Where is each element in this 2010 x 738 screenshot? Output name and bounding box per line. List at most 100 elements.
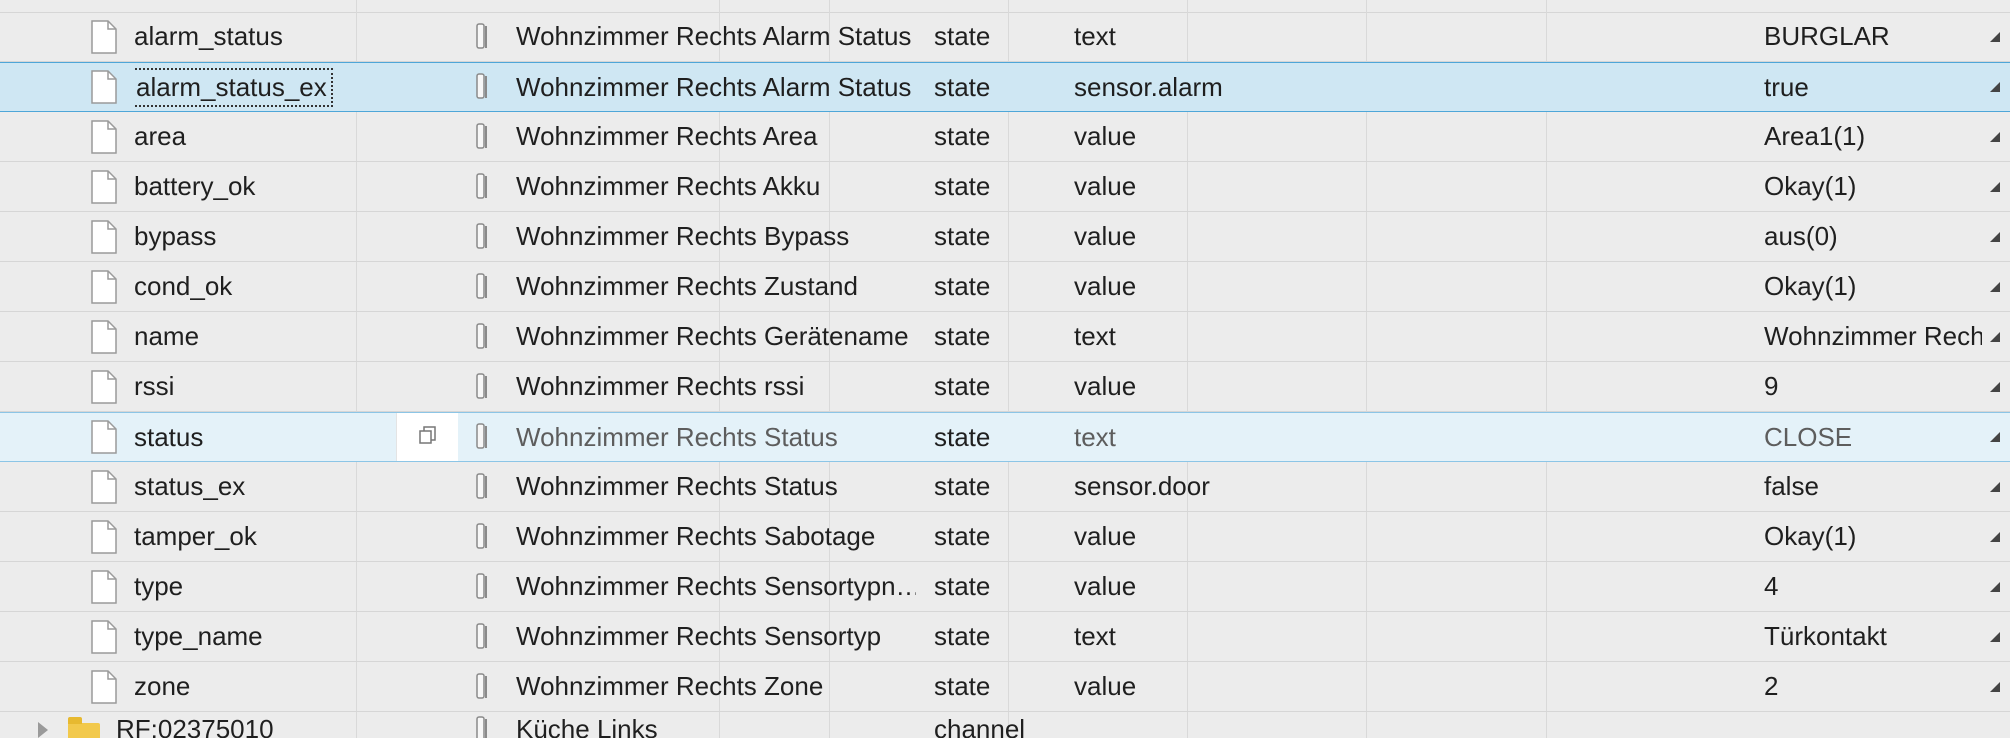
table-row[interactable]: tamper_ok Wohnzimmer Rechts Sabotage state… — [0, 512, 2010, 562]
device-indicator-icon — [472, 162, 492, 211]
table-row[interactable]: status_ex Wohnzimmer Rechts Status state se… — [0, 462, 2010, 512]
table-row[interactable]: area Wohnzimmer Rechts Area state value Area… — [0, 112, 2010, 162]
table-row[interactable]: rssi Wohnzimmer Rechts rssi state value 9 — [0, 362, 2010, 412]
edit-icon[interactable] — [1990, 413, 2010, 461]
object-id-text: status — [134, 421, 204, 452]
object-id[interactable]: battery_ok — [134, 162, 458, 211]
object-id-text: type — [134, 571, 184, 601]
object-id[interactable]: tamper_ok — [134, 512, 458, 561]
object-value[interactable]: BURGLAR — [1764, 12, 1982, 61]
object-id[interactable]: area — [134, 112, 458, 161]
object-role: value — [1074, 271, 1137, 301]
object-id-text: area — [134, 121, 187, 151]
object-id[interactable]: rssi — [134, 362, 458, 411]
edit-icon[interactable] — [1990, 12, 2010, 61]
file-icon — [86, 312, 122, 361]
table-row[interactable]: type Wohnzimmer Rechts Sensortypn… state va… — [0, 562, 2010, 612]
edit-icon[interactable] — [1990, 512, 2010, 561]
expand-arrow-icon[interactable] — [38, 722, 48, 738]
table-row[interactable]: alarm_status_ex Wohnzimmer Rechts Alarm S… — [0, 62, 2010, 112]
object-value[interactable]: Türkontakt — [1764, 612, 1982, 661]
object-value[interactable]: true — [1764, 63, 1982, 111]
object-value[interactable]: Okay(1) — [1764, 512, 1982, 561]
object-value[interactable]: Area1(1) — [1764, 112, 1982, 161]
object-id[interactable]: zone — [134, 662, 458, 711]
object-id-text: type_name — [134, 621, 263, 651]
device-indicator-icon — [472, 562, 492, 611]
object-role: value — [1074, 371, 1137, 401]
object-name: Wohnzimmer Rechts Alarm Status — [516, 71, 912, 102]
object-type: state — [934, 671, 991, 701]
object-id[interactable]: bypass — [134, 212, 458, 261]
object-name: Wohnzimmer Rechts Bypass — [516, 221, 850, 251]
edit-icon[interactable] — [1990, 112, 2010, 161]
table-row[interactable]: alarm_status Wohnzimmer Rechts Alarm Stat… — [0, 12, 2010, 62]
edit-icon[interactable] — [1990, 462, 2010, 511]
table-row[interactable]: cond_ok Wohnzimmer Rechts Zustand state val… — [0, 262, 2010, 312]
object-type: state — [934, 171, 991, 201]
table-row[interactable]: type_name Wohnzimmer Rechts Sensortyp stat… — [0, 612, 2010, 662]
object-name: Wohnzimmer Rechts Status — [516, 421, 838, 452]
table-row[interactable]: battery_ok Wohnzimmer Rechts Akku state val… — [0, 162, 2010, 212]
object-id-text: alarm_status_ex — [134, 67, 333, 107]
object-id-text: tamper_ok — [134, 521, 257, 551]
object-value[interactable]: 4 — [1764, 562, 1982, 611]
object-id[interactable]: cond_ok — [134, 262, 458, 311]
file-icon — [86, 562, 122, 611]
table-row[interactable]: bypass Wohnzimmer Rechts Bypass state value… — [0, 212, 2010, 262]
file-icon — [86, 212, 122, 261]
copy-icon — [418, 425, 438, 450]
object-id-text: battery_ok — [134, 171, 256, 201]
object-value[interactable]: aus(0) — [1764, 212, 1982, 261]
edit-icon[interactable] — [1990, 212, 2010, 261]
object-role: text — [1074, 321, 1116, 351]
device-indicator-icon — [472, 612, 492, 661]
object-id[interactable]: alarm_status — [134, 12, 458, 61]
folder-type: channel — [934, 714, 1026, 738]
object-name: Wohnzimmer Rechts Area — [516, 121, 818, 151]
file-icon — [86, 512, 122, 561]
object-value[interactable]: 2 — [1764, 662, 1982, 711]
table-row[interactable]: name Wohnzimmer Rechts Gerätename state tex… — [0, 312, 2010, 362]
object-id[interactable]: alarm_status_ex — [134, 63, 458, 111]
object-value[interactable]: Okay(1) — [1764, 162, 1982, 211]
device-indicator-icon — [472, 662, 492, 711]
edit-icon[interactable] — [1990, 612, 2010, 661]
edit-icon[interactable] — [1990, 362, 2010, 411]
object-type: state — [934, 571, 991, 601]
edit-icon[interactable] — [1990, 312, 2010, 361]
object-role: value — [1074, 671, 1137, 701]
device-indicator-icon — [472, 362, 492, 411]
object-id-text: rssi — [134, 371, 175, 401]
table-row-folder[interactable]: RF:02375010 Küche Links channel — [0, 705, 2010, 738]
device-indicator-icon — [472, 312, 492, 361]
object-id[interactable]: name — [134, 312, 458, 361]
table-row[interactable]: status Wohnzimmer Rechts Status state text C… — [0, 412, 2010, 462]
object-value[interactable]: CLOSE — [1764, 413, 1982, 461]
object-name: Wohnzimmer Rechts Akku — [516, 171, 821, 201]
object-id[interactable]: type — [134, 562, 458, 611]
object-id[interactable]: type_name — [134, 612, 458, 661]
edit-icon[interactable] — [1990, 562, 2010, 611]
object-value[interactable]: 9 — [1764, 362, 1982, 411]
edit-icon[interactable] — [1990, 262, 2010, 311]
device-indicator-icon — [472, 212, 492, 261]
object-type: state — [934, 71, 991, 102]
object-value[interactable]: false — [1764, 462, 1982, 511]
edit-icon[interactable] — [1990, 63, 2010, 111]
device-indicator-icon — [472, 462, 492, 511]
object-value[interactable]: Wohnzimmer Recht — [1764, 312, 1982, 361]
object-id-text: status_ex — [134, 471, 246, 501]
copy-button[interactable] — [396, 413, 458, 461]
object-value[interactable]: Okay(1) — [1764, 262, 1982, 311]
object-type: state — [934, 321, 991, 351]
edit-icon[interactable] — [1990, 162, 2010, 211]
object-name: Wohnzimmer Rechts rssi — [516, 371, 805, 401]
object-type: state — [934, 371, 991, 401]
object-type: state — [934, 621, 991, 651]
object-id[interactable]: status_ex — [134, 462, 458, 511]
file-icon — [86, 662, 122, 711]
object-id-text: zone — [134, 671, 191, 701]
edit-icon[interactable] — [1990, 662, 2010, 711]
object-name: Wohnzimmer Rechts Sensortypn… — [516, 571, 916, 601]
